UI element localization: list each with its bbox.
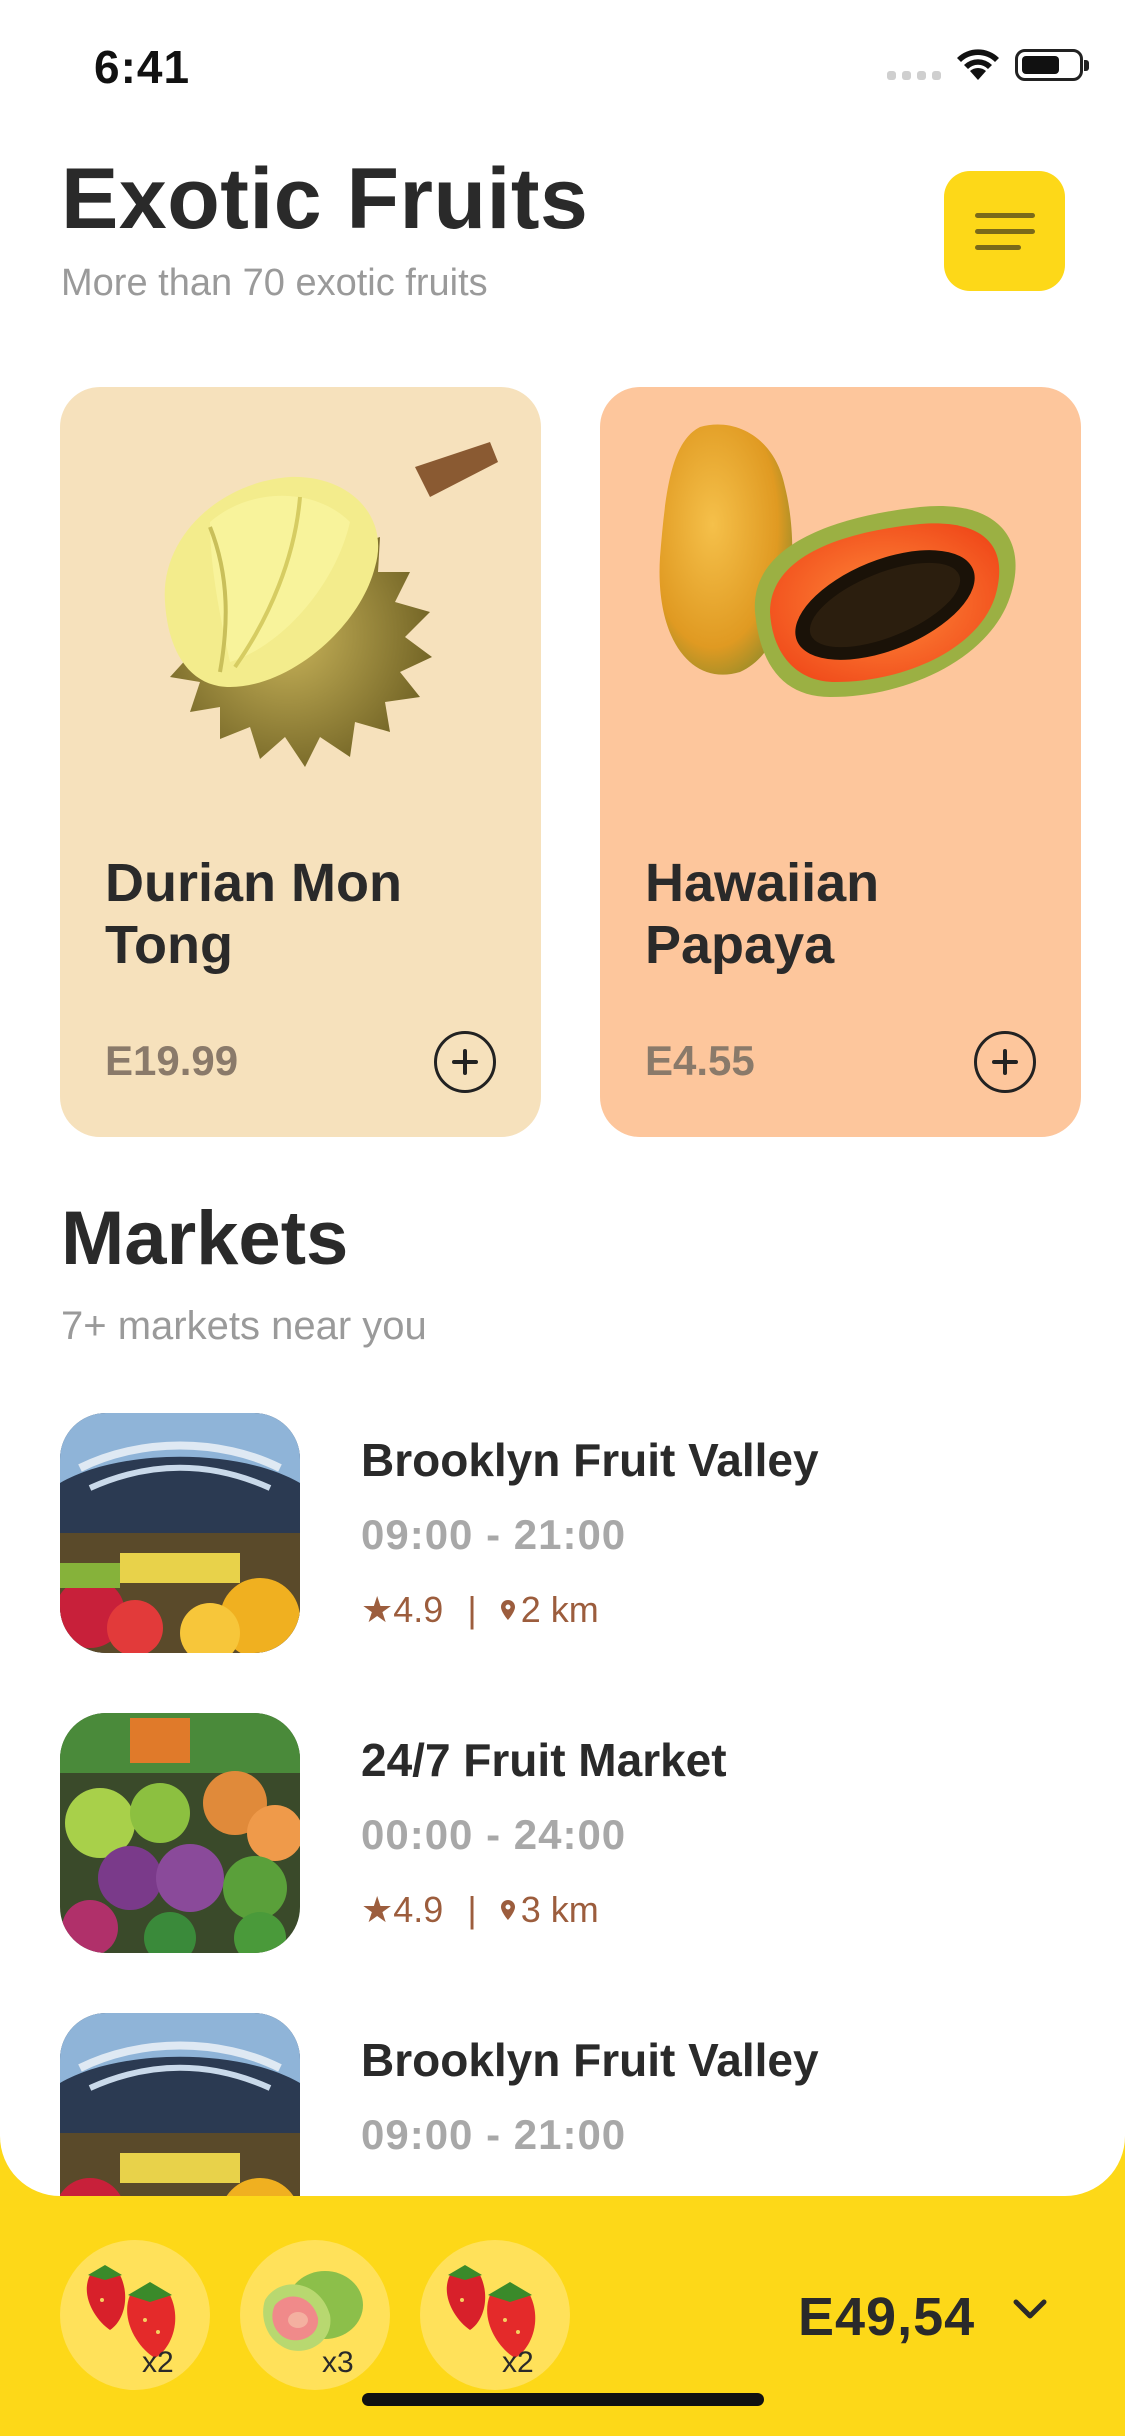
distance: 3 km xyxy=(520,1889,599,1930)
cart-total[interactable]: E49,54 xyxy=(798,2286,975,2348)
cart-item-quantity: x2 xyxy=(142,2346,174,2379)
market-meta: ★4.9 | 2 km xyxy=(361,1589,599,1631)
market-hours: 00:00 - 24:00 xyxy=(361,1811,627,1858)
page-title: Exotic Fruits xyxy=(61,151,589,247)
add-to-cart-button[interactable] xyxy=(434,1031,496,1093)
add-to-cart-button[interactable] xyxy=(974,1031,1036,1093)
market-item[interactable]: Brooklyn Fruit Valley 09:00 - 21:00 xyxy=(60,2013,1060,2196)
status-time: 6:41 xyxy=(94,41,191,93)
battery-icon xyxy=(1015,49,1089,81)
market-item[interactable]: 24/7 Fruit Market 00:00 - 24:00 ★4.9 | 3… xyxy=(60,1713,1060,1953)
durian-image xyxy=(164,442,498,767)
market-image xyxy=(60,1713,300,1953)
cart-item-quantity: x2 xyxy=(502,2346,534,2379)
market-name: 24/7 Fruit Market xyxy=(361,1734,727,1786)
market-name: Brooklyn Fruit Valley xyxy=(361,1434,819,1486)
menu-icon xyxy=(974,212,1035,218)
fruit-card-durian[interactable]: Durian Mon Tong E19.99 xyxy=(60,387,541,1137)
markets-subtitle: 7+ markets near you xyxy=(61,1304,427,1348)
menu-button[interactable] xyxy=(944,171,1065,291)
market-item[interactable]: Brooklyn Fruit Valley 09:00 - 21:00 ★4.9… xyxy=(60,1413,1060,1653)
distance: 2 km xyxy=(520,1589,599,1630)
cart-item-strawberry[interactable]: x2 xyxy=(420,2240,570,2390)
main-screen: 6:41 Exotic Fruits More than 70 exotic f… xyxy=(0,0,1125,2196)
guava-icon xyxy=(263,2271,363,2351)
signal-icon xyxy=(887,50,941,80)
market-image xyxy=(60,1413,300,1653)
market-name: Brooklyn Fruit Valley xyxy=(361,2034,819,2086)
fruit-name: Durian Mon Tong xyxy=(105,853,402,975)
market-image xyxy=(60,2013,300,2196)
cart-item-strawberry[interactable]: x2 xyxy=(60,2240,210,2390)
page-subtitle: More than 70 exotic fruits xyxy=(61,262,488,304)
markets-title: Markets xyxy=(61,1196,349,1281)
fruit-price: E4.55 xyxy=(645,1037,755,1084)
wifi-icon xyxy=(957,49,999,80)
cart-item-guava[interactable]: x3 xyxy=(240,2240,390,2390)
separator: | xyxy=(467,1889,477,1930)
fruit-price: E19.99 xyxy=(105,1037,239,1084)
market-hours: 09:00 - 21:00 xyxy=(361,1511,627,1558)
papaya-image xyxy=(659,424,1016,697)
market-hours: 09:00 - 21:00 xyxy=(361,2111,627,2158)
cart-item-quantity: x3 xyxy=(322,2346,354,2379)
rating: ★4.9 xyxy=(361,1589,444,1630)
rating: ★4.9 xyxy=(361,1889,444,1930)
location-pin-icon xyxy=(500,1600,515,1620)
chevron-down-icon[interactable] xyxy=(1010,2290,1050,2330)
strawberry-icon xyxy=(86,2265,176,2358)
home-indicator xyxy=(362,2393,764,2406)
strawberry-icon xyxy=(446,2265,536,2358)
separator: | xyxy=(467,1589,477,1630)
fruit-name: Hawaiian Papaya xyxy=(645,853,880,975)
fruit-card-papaya[interactable]: Hawaiian Papaya E4.55 xyxy=(600,387,1081,1137)
market-meta: ★4.9 | 3 km xyxy=(361,1889,599,1931)
location-pin-icon xyxy=(500,1900,515,1920)
status-icons xyxy=(887,48,1089,82)
